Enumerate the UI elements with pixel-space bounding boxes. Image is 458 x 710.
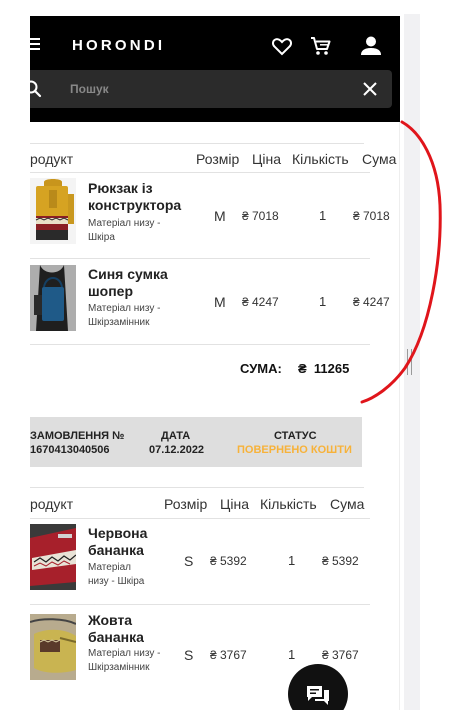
- item-size: S: [184, 647, 194, 663]
- user-icon[interactable]: [359, 34, 383, 58]
- product-name[interactable]: Червона бананка: [88, 525, 188, 559]
- divider: [30, 258, 370, 259]
- product-material: Матеріал низу - Шкіра: [88, 562, 145, 587]
- divider: [30, 143, 364, 144]
- heart-icon[interactable]: [270, 34, 294, 58]
- item-size: M: [214, 208, 226, 224]
- product-image-shopper[interactable]: [30, 265, 76, 331]
- order-status-badge: ПОВЕРНЕНО КОШТИ: [237, 444, 352, 456]
- product-image-yellow-bumbag[interactable]: [30, 614, 76, 680]
- item-size: S: [184, 553, 194, 569]
- item-size: M: [214, 294, 226, 310]
- col-price: Ціна: [220, 496, 249, 512]
- col-product: родукт: [30, 496, 74, 512]
- order-date-label: ДАТА: [161, 430, 191, 442]
- col-size: Розмір: [164, 496, 208, 512]
- product-image-red-bumbag[interactable]: [30, 524, 76, 590]
- product-material: Матеріал низу - Шкірзамінник: [88, 303, 161, 328]
- order-total-label: СУМА:: [240, 361, 282, 376]
- order-summary-bar[interactable]: ЗАМОВЛЕННЯ № 1670413040506 ДАТА 07.12.20…: [30, 417, 362, 467]
- menu-icon[interactable]: [30, 38, 42, 52]
- divider: [30, 604, 370, 605]
- divider: [30, 518, 370, 519]
- order-date-value: 07.12.2022: [149, 444, 205, 456]
- chat-icon: [307, 686, 329, 705]
- col-sum: Сума: [330, 496, 365, 512]
- product-name[interactable]: Жовта бананка: [88, 612, 188, 646]
- logo[interactable]: HORONDI: [72, 37, 165, 54]
- col-quantity: Кількість: [260, 496, 317, 512]
- item-quantity: 1: [288, 553, 296, 568]
- col-size: Розмір: [196, 151, 240, 167]
- item-price: ₴ 7018: [242, 209, 279, 223]
- col-product: родукт: [30, 151, 74, 167]
- order-number-value: 1670413040506: [30, 444, 110, 456]
- product-name[interactable]: Рюкзак із конструктора: [88, 180, 198, 214]
- col-quantity: Кількість: [292, 151, 349, 167]
- cart-icon[interactable]: [309, 34, 333, 58]
- product-material: Матеріал низу - Шкіра: [88, 218, 161, 243]
- product-material: Матеріал низу - Шкірзамінник: [88, 648, 161, 673]
- order-number-label: ЗАМОВЛЕННЯ №: [30, 430, 125, 442]
- col-price: Ціна: [252, 151, 281, 167]
- item-quantity: 1: [319, 294, 327, 309]
- col-sum: Сума: [362, 151, 397, 167]
- divider: [30, 487, 364, 488]
- product-image-backpack[interactable]: [30, 178, 76, 244]
- item-quantity: 1: [319, 208, 327, 223]
- item-price: ₴ 5392: [210, 554, 247, 568]
- search-icon[interactable]: [24, 80, 42, 98]
- divider: [30, 172, 370, 173]
- item-sum: ₴ 3767: [322, 648, 359, 662]
- item-sum: ₴ 7018: [353, 209, 390, 223]
- item-quantity: 1: [288, 647, 296, 662]
- order-total-value: ₴ 11265: [298, 361, 350, 376]
- search-input[interactable]: [70, 80, 340, 98]
- item-sum: ₴ 5392: [322, 554, 359, 568]
- product-name[interactable]: Синя сумка шопер: [88, 266, 188, 300]
- scrollbar-grip[interactable]: [407, 349, 412, 375]
- item-price: ₴ 3767: [210, 648, 247, 662]
- item-price: ₴ 4247: [242, 295, 279, 309]
- search-bar: [24, 70, 392, 108]
- order-history-screen: HORONDI родукт: [0, 0, 458, 710]
- order-status-label: СТАТУС: [274, 430, 317, 442]
- item-sum: ₴ 4247: [353, 295, 390, 309]
- close-icon[interactable]: [362, 81, 378, 97]
- site-header: HORONDI: [24, 16, 400, 122]
- divider: [30, 344, 370, 345]
